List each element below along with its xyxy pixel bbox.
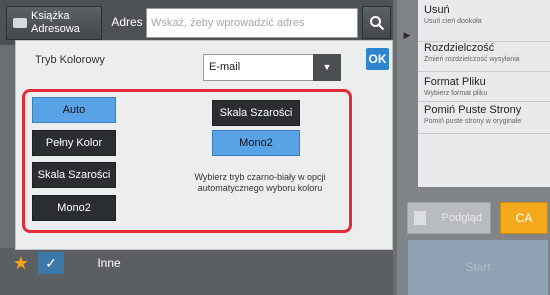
ok-button[interactable]: OK xyxy=(366,48,389,70)
menu-item-subtitle: Zmień rozdzielczość wysyłania xyxy=(424,56,520,63)
menu-item-skip-blank-pages[interactable]: Pomiń Puste Strony Pomiń puste strony w … xyxy=(418,102,550,134)
menu-item-title: Usuń xyxy=(424,4,450,16)
preview-label: Podgląd xyxy=(441,212,482,224)
dialog-title: Tryb Kolorowy xyxy=(35,54,105,66)
other-button[interactable]: Inne xyxy=(80,250,138,276)
color-mode-auto-button[interactable]: Auto xyxy=(32,97,116,123)
auto-bw-grayscale-button[interactable]: Skala Szarości xyxy=(212,100,300,126)
clear-all-button[interactable]: CA xyxy=(500,202,548,234)
menu-item-subtitle: Usuń cień dookoła xyxy=(424,18,482,25)
search-button[interactable] xyxy=(362,6,391,39)
auto-bw-mono2-button[interactable]: Mono2 xyxy=(212,130,300,156)
color-mode-grayscale-button[interactable]: Skala Szarości xyxy=(32,162,116,188)
address-label: Adres xyxy=(111,15,143,29)
preview-icon xyxy=(414,211,426,225)
menu-item-subtitle: Wybierz format pliku xyxy=(424,90,488,97)
format-select-value: E-mail xyxy=(209,61,241,73)
search-icon xyxy=(369,15,384,30)
address-book-label: Książka Adresowa xyxy=(31,10,80,35)
menu-item-title: Format Pliku xyxy=(424,76,486,88)
address-input[interactable]: Wskaż, żeby wprowadzić adres xyxy=(146,8,358,38)
address-book-button[interactable]: Książka Adresowa xyxy=(6,6,102,40)
checkmark-icon[interactable]: ✓ xyxy=(38,252,64,274)
color-mode-full-color-button[interactable]: Pełny Kolor xyxy=(32,130,116,156)
menu-item-file-format[interactable]: Format Pliku Wybierz format pliku xyxy=(418,72,550,102)
auto-bw-info-text: Wybierz tryb czarno-biały w opcji automa… xyxy=(194,172,326,193)
start-button[interactable]: Start xyxy=(408,240,548,295)
collapse-panel-icon[interactable]: ▶ xyxy=(400,28,414,42)
menu-item-remove-shadow[interactable]: Usuń Usuń cień dookoła xyxy=(418,4,550,42)
dropdown-arrow-icon[interactable]: ▼ xyxy=(313,54,341,81)
menu-item-subtitle: Pomiń puste strony w oryginale xyxy=(424,118,522,125)
address-book-icon xyxy=(13,18,27,28)
preview-button[interactable]: Podgląd xyxy=(407,202,491,234)
color-mode-mono2-button[interactable]: Mono2 xyxy=(32,195,116,221)
menu-item-resolution[interactable]: Rozdzielczość Zmień rozdzielczość wysyła… xyxy=(418,42,550,72)
menu-item-title: Rozdzielczość xyxy=(424,42,495,54)
favorite-star-icon[interactable]: ★ xyxy=(9,252,33,274)
menu-item-title: Pomiń Puste Strony xyxy=(424,104,522,116)
